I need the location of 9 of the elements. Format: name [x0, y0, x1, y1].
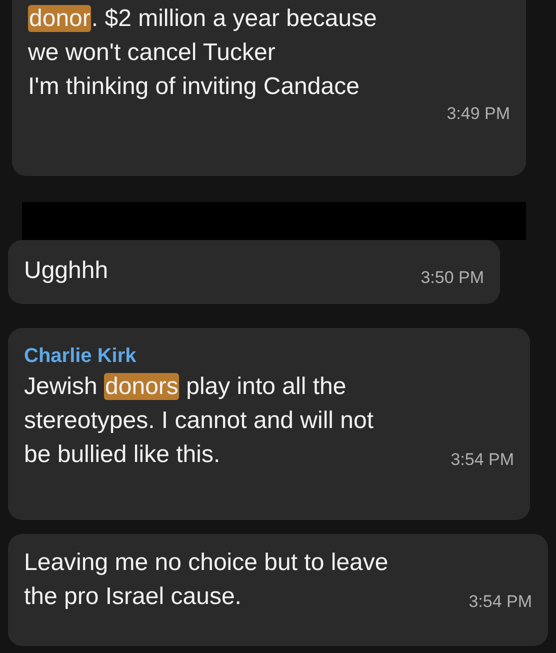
sender-name: Charlie Kirk — [24, 344, 138, 369]
message-time: 3:54 PM — [468, 592, 532, 613]
message-text: donor. $2 million a year because we won't cancel Tucker I'm thinking of inviting Candace — [28, 4, 377, 102]
message-text: Leaving me no choice but to leave the pro Israel cause. — [24, 548, 388, 612]
message-time: 3:54 PM — [450, 450, 514, 471]
message-text: Jewish donors play into all the stereotypes. I cannot and will not be bullied like this. — [24, 372, 374, 470]
message-time: 3:49 PM — [446, 104, 510, 125]
message-text: Ugghhh — [24, 256, 108, 286]
message-time: 3:50 PM — [420, 268, 484, 288]
